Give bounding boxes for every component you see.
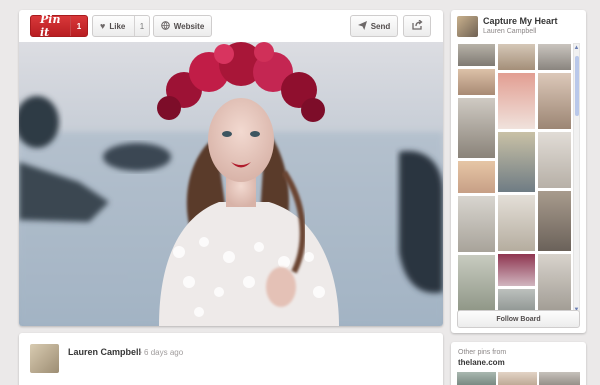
- like-count: 1: [134, 16, 149, 36]
- board-pin-thumbnail[interactable]: [537, 253, 572, 315]
- pin-toolbar: Pin it 1 ♥ Like 1 Website Send: [19, 10, 443, 42]
- website-label: Website: [173, 21, 205, 31]
- board-pin-thumbnail[interactable]: [537, 43, 572, 71]
- board-owner[interactable]: Lauren Campbell: [483, 28, 536, 35]
- board-pin-thumbnail[interactable]: [457, 97, 496, 159]
- board-card: Capture My Heart Lauren Campbell ▲ ▼ Fol…: [451, 10, 586, 333]
- board-pin-thumbnail[interactable]: [537, 72, 572, 130]
- pin-timestamp: • 6 days ago: [139, 348, 184, 357]
- board-pin-thumbnail[interactable]: [457, 68, 496, 96]
- board-pin-thumbnail[interactable]: [537, 131, 572, 189]
- scroll-up-icon[interactable]: ▲: [573, 44, 580, 52]
- source-pin-thumbnail[interactable]: [498, 372, 537, 385]
- board-pin-thumbnail[interactable]: [497, 43, 536, 71]
- pin-it-button[interactable]: Pin it 1: [30, 13, 88, 39]
- pinner-card: Lauren Campbell • 6 days ago: [19, 333, 443, 385]
- board-pin-thumbnail[interactable]: [537, 190, 572, 252]
- like-button[interactable]: ♥ Like 1: [92, 15, 150, 37]
- source-label: Other pins from: [458, 349, 507, 356]
- pin-it-label: Pin it: [40, 13, 61, 39]
- scrollbar-thumb[interactable]: [575, 56, 579, 116]
- send-button[interactable]: Send: [350, 15, 398, 37]
- pinner-avatar[interactable]: [30, 344, 59, 373]
- pin-image[interactable]: [19, 42, 443, 326]
- board-pin-thumbnail[interactable]: [497, 253, 536, 287]
- website-button[interactable]: Website: [153, 15, 212, 37]
- board-scrollbar[interactable]: ▲ ▼: [573, 43, 580, 315]
- source-pin-thumbnail[interactable]: [539, 372, 580, 385]
- board-pin-thumbnail[interactable]: [457, 160, 496, 194]
- share-icon: [411, 19, 423, 32]
- pin-card: Pin it 1 ♥ Like 1 Website Send: [19, 10, 443, 326]
- pinner-name[interactable]: Lauren Campbell: [68, 347, 141, 357]
- like-label: Like: [109, 21, 126, 31]
- send-label: Send: [370, 21, 391, 31]
- send-icon: [357, 20, 367, 32]
- board-thumbnail[interactable]: [457, 16, 478, 37]
- source-card: Other pins from thelane.com: [451, 342, 586, 385]
- board-title[interactable]: Capture My Heart: [483, 16, 558, 26]
- board-pin-thumbnail[interactable]: [457, 195, 496, 253]
- source-pin-thumbnail[interactable]: [457, 372, 496, 385]
- pin-it-count: 1: [70, 16, 87, 36]
- board-pin-thumbnail[interactable]: [457, 254, 496, 315]
- pin-photo: [19, 42, 443, 326]
- globe-icon: [160, 20, 170, 32]
- follow-board-button[interactable]: Follow Board: [457, 310, 580, 328]
- board-pin-thumbnail[interactable]: [497, 194, 536, 252]
- share-button[interactable]: [403, 15, 431, 37]
- board-pin-thumbnail[interactable]: [457, 43, 496, 67]
- source-domain[interactable]: thelane.com: [458, 358, 505, 367]
- heart-icon: ♥: [100, 21, 106, 31]
- board-pin-grid: [457, 43, 572, 315]
- board-pin-thumbnail[interactable]: [497, 131, 536, 193]
- board-pin-thumbnail[interactable]: [497, 72, 536, 130]
